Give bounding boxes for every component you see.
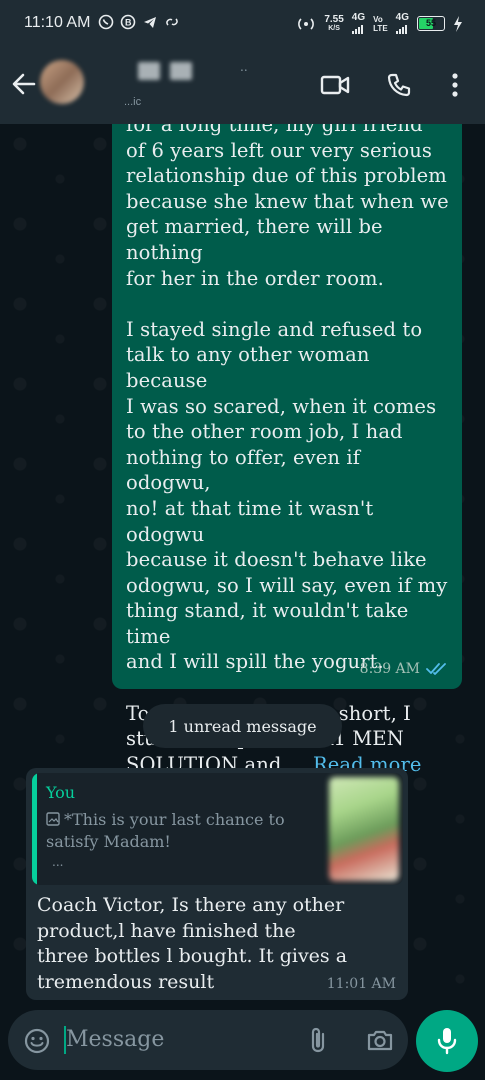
svg-text:B: B — [125, 18, 132, 28]
b-icon: B — [120, 14, 136, 30]
charging-icon — [454, 15, 462, 32]
system-icons: 7.55 K/S 4G Vo LTE 4G 55 — [296, 13, 463, 34]
quote-text: *This is your last chance to satisfy Mad… — [46, 810, 285, 851]
unread-divider: 1 unread message — [143, 704, 342, 748]
notification-icons: B — [98, 14, 180, 30]
telegram-icon — [144, 17, 156, 28]
outgoing-message-time: 8:39 AM — [359, 661, 420, 677]
network-speed: 7.55 K/S — [324, 13, 344, 32]
network-type-1: 4G — [351, 13, 365, 34]
avatar[interactable] — [40, 60, 84, 104]
link-icon — [166, 18, 178, 26]
quote-more: ... — [52, 855, 64, 869]
chat-area[interactable]: for a long time, my girl friend of 6 yea… — [0, 124, 485, 1010]
back-arrow-icon[interactable] — [10, 70, 38, 98]
incoming-message-time: 11:01 AM — [326, 976, 396, 992]
emoji-icon[interactable] — [24, 1028, 50, 1054]
chat-header: .. ...ic — [0, 48, 485, 124]
status-time: 11:10 AM — [24, 14, 91, 31]
camera-icon[interactable] — [366, 1028, 394, 1052]
attach-icon[interactable] — [308, 1026, 328, 1054]
battery-icon: 55 — [417, 16, 445, 31]
signal-bars-icon — [395, 22, 409, 34]
signal-bars-icon — [351, 22, 365, 34]
contact-status: ...ic — [124, 96, 142, 108]
hotspot-icon — [298, 17, 315, 30]
more-options-icon[interactable] — [450, 72, 460, 98]
outgoing-message-text: for a long time, my girl friend of 6 yea… — [126, 124, 449, 776]
voice-call-icon[interactable] — [386, 72, 412, 98]
quote-author: You — [46, 783, 76, 802]
volte-indicator: Vo LTE — [373, 14, 388, 33]
contact-name-dots: .. — [240, 60, 248, 74]
double-check-read-icon — [426, 663, 446, 675]
quoted-reply[interactable]: You *This is your last chance to satisfy… — [32, 773, 403, 885]
microphone-icon — [437, 1028, 457, 1055]
message-input[interactable]: Message — [66, 1027, 164, 1052]
image-icon — [46, 812, 60, 826]
incoming-message-text: Coach Victor, Is there any other product… — [37, 894, 348, 993]
outgoing-message[interactable]: for a long time, my girl friend of 6 yea… — [112, 124, 462, 776]
incoming-message[interactable]: You *This is your last chance to satisfy… — [26, 768, 408, 1000]
video-call-icon[interactable] — [320, 72, 350, 98]
compose-bar: Message — [0, 1010, 485, 1080]
contact-name[interactable] — [138, 62, 192, 80]
whatsapp-icon — [98, 14, 114, 30]
voice-message-button[interactable] — [416, 1010, 478, 1072]
quote-image-thumbnail — [329, 777, 399, 881]
message-input-container[interactable]: Message — [8, 1010, 408, 1070]
status-bar: 11:10 AM B 7.55 K/S 4G Vo LTE 4G 55 — [0, 0, 485, 48]
network-type-2: 4G — [395, 13, 409, 34]
outgoing-message-meta: 8:39 AM — [360, 661, 448, 677]
quote-accent-bar — [32, 773, 37, 885]
